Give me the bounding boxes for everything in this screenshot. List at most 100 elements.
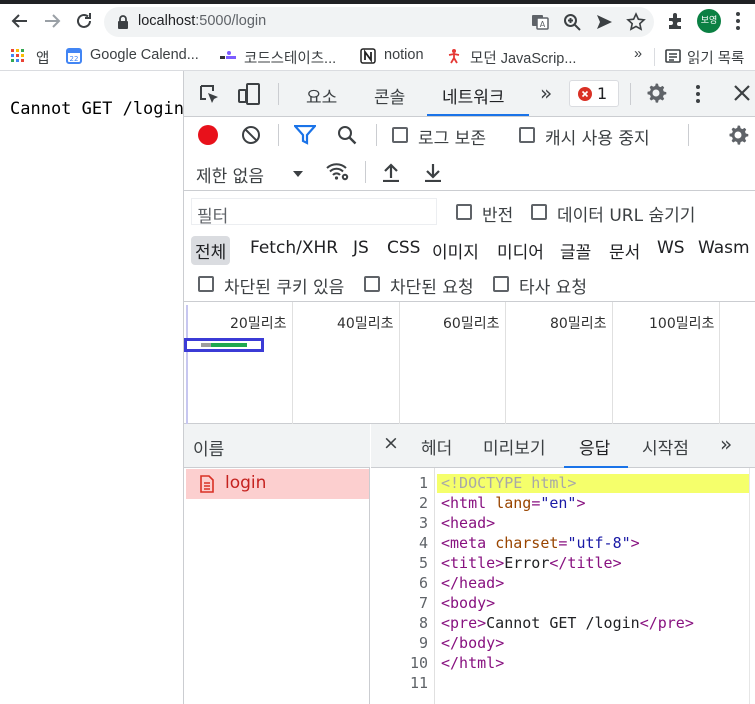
device-toolbar-button[interactable] [237, 82, 261, 106]
toolbar-divider [365, 161, 366, 183]
tab-response[interactable]: 응답 [579, 434, 610, 459]
tab-strip-edge [0, 0, 755, 4]
type-ws[interactable]: WS [657, 238, 685, 258]
tab-headers[interactable]: 헤더 [421, 434, 452, 459]
response-scrollbar[interactable] [749, 468, 755, 704]
reading-list-label: 읽기 목록 [687, 51, 745, 67]
filter-bar: 필터 반전 데이터 URL 숨기기 전체 Fetch/XHR JS CSS 이미… [184, 192, 755, 302]
network-overview[interactable]: 20밀리초 40밀리초 60밀리초 80밀리초 100밀리초 [184, 302, 755, 424]
bookmark-label: Google Calend... [90, 47, 199, 63]
type-img[interactable]: 이미지 [432, 238, 479, 263]
type-media[interactable]: 미디어 [497, 238, 544, 263]
filter-toggle-button[interactable] [294, 125, 316, 145]
type-fetch-xhr[interactable]: Fetch/XHR [250, 238, 338, 258]
document-icon [200, 475, 214, 493]
profile-label: 보영 [700, 16, 718, 26]
network-conditions-button[interactable] [325, 161, 351, 183]
response-viewer[interactable]: 1 2 3 4 5 6 7 8 9 10 11 <!DOCTYPE html> <… [371, 468, 755, 704]
more-tabs-button[interactable]: » [540, 81, 552, 105]
network-settings-button[interactable] [727, 124, 749, 146]
extensions-button[interactable] [666, 11, 686, 31]
invert-label: 반전 [482, 206, 514, 226]
type-css[interactable]: CSS [387, 238, 420, 258]
type-doc[interactable]: 문서 [609, 238, 640, 263]
tab-network[interactable]: 네트워크 [442, 83, 505, 108]
toolbar-divider [278, 124, 279, 146]
response-code-line: <!DOCTYPE html> [441, 474, 577, 492]
tab-network-underline [427, 114, 529, 116]
export-har-button[interactable] [424, 162, 442, 182]
line-number: 2 [418, 494, 428, 512]
search-button[interactable] [337, 125, 357, 145]
disable-cache-checkbox[interactable] [519, 127, 535, 143]
reading-list-button[interactable]: 읽기 목록 [665, 46, 755, 67]
tab-preview[interactable]: 미리보기 [483, 434, 546, 459]
error-counter-badge[interactable]: 1 [569, 80, 619, 107]
tab-elements[interactable]: 요소 [306, 83, 337, 108]
bookmark-google-calendar[interactable]: 22 Google Calend... [66, 46, 206, 66]
bookmarks-overflow-button[interactable]: » [634, 46, 648, 66]
blocked-cookies-label: 차단된 쿠키 있음 [224, 278, 345, 298]
timeline-tick-label: 80밀리초 [550, 316, 607, 332]
reload-button[interactable] [73, 10, 95, 32]
bookmark-apps[interactable]: 앱 [10, 46, 52, 67]
browser-toolbar: localhost:5000/login A 보영 [0, 0, 755, 42]
preserve-log-checkbox[interactable] [392, 127, 408, 143]
type-font[interactable]: 글꼴 [560, 238, 591, 263]
throttle-toolbar: 제한 없음 [184, 154, 755, 191]
browser-menu-button[interactable] [734, 10, 742, 32]
bookmark-codestates[interactable]: 코드스테이츠... [220, 46, 348, 67]
svg-text:22: 22 [70, 55, 79, 63]
type-wasm[interactable]: Wasm [698, 238, 750, 258]
request-row[interactable]: login [186, 469, 369, 499]
filter-placeholder: 필터 [197, 207, 229, 227]
line-number: 5 [418, 554, 428, 572]
blocked-requests-checkbox[interactable] [364, 276, 380, 292]
close-detail-button[interactable]: × [383, 432, 399, 454]
resource-type-filters: 전체 Fetch/XHR JS CSS 이미지 미디어 글꼴 문서 WS Was… [184, 230, 755, 266]
devtools-tabbar: 요소 콘솔 네트워크 » 1 [184, 71, 755, 117]
url-text[interactable]: localhost:5000/login [138, 13, 266, 29]
line-number: 10 [409, 654, 428, 672]
tab-initiator[interactable]: 시작점 [642, 434, 689, 459]
apps-grid-icon [11, 49, 24, 62]
inspect-element-button[interactable] [198, 83, 220, 105]
import-har-button[interactable] [382, 162, 400, 182]
devtools-settings-button[interactable] [645, 82, 667, 104]
type-js[interactable]: JS [353, 238, 369, 258]
close-devtools-button[interactable] [733, 84, 751, 102]
tab-console[interactable]: 콘솔 [374, 83, 405, 108]
invert-checkbox[interactable] [456, 204, 472, 220]
back-arrow-icon [11, 14, 27, 28]
throttling-select[interactable]: 제한 없음 [196, 159, 304, 187]
more-detail-tabs-button[interactable]: » [720, 432, 732, 456]
back-button[interactable] [9, 10, 31, 32]
address-bar[interactable]: localhost:5000/login A [104, 7, 654, 37]
close-icon [734, 85, 750, 101]
filter-input[interactable]: 필터 [191, 198, 437, 227]
record-button[interactable] [198, 125, 218, 145]
forward-button[interactable] [41, 10, 63, 32]
kebab-menu-icon [736, 12, 740, 30]
name-column-header[interactable]: 이름 [184, 424, 370, 468]
devtools-menu-button[interactable] [694, 83, 702, 105]
clear-button[interactable] [241, 125, 261, 145]
third-party-checkbox[interactable] [493, 276, 509, 292]
network-toolbar: 로그 보존 캐시 사용 중지 [184, 117, 755, 154]
blocked-requests-label: 차단된 요청 [390, 278, 474, 298]
bookmark-label: 코드스테이츠... [244, 51, 337, 67]
name-header-label: 이름 [193, 440, 225, 460]
hide-data-urls-checkbox[interactable] [531, 204, 547, 220]
kebab-menu-icon [696, 85, 700, 103]
bookmark-modern-javascript[interactable]: 모던 JavaScrip... [446, 46, 586, 67]
blocked-cookies-checkbox[interactable] [198, 276, 214, 292]
timeline-gridline [719, 302, 720, 424]
gear-icon [647, 83, 667, 103]
bookmark-notion[interactable]: notion [360, 46, 432, 66]
calendar-icon: 22 [66, 48, 82, 64]
overview-waiting-bar [201, 343, 211, 347]
profile-avatar[interactable]: 보영 [697, 9, 721, 33]
type-all[interactable]: 전체 [191, 236, 231, 265]
throttle-value: 제한 없음 [196, 167, 264, 187]
overview-selection-window[interactable] [184, 338, 264, 352]
